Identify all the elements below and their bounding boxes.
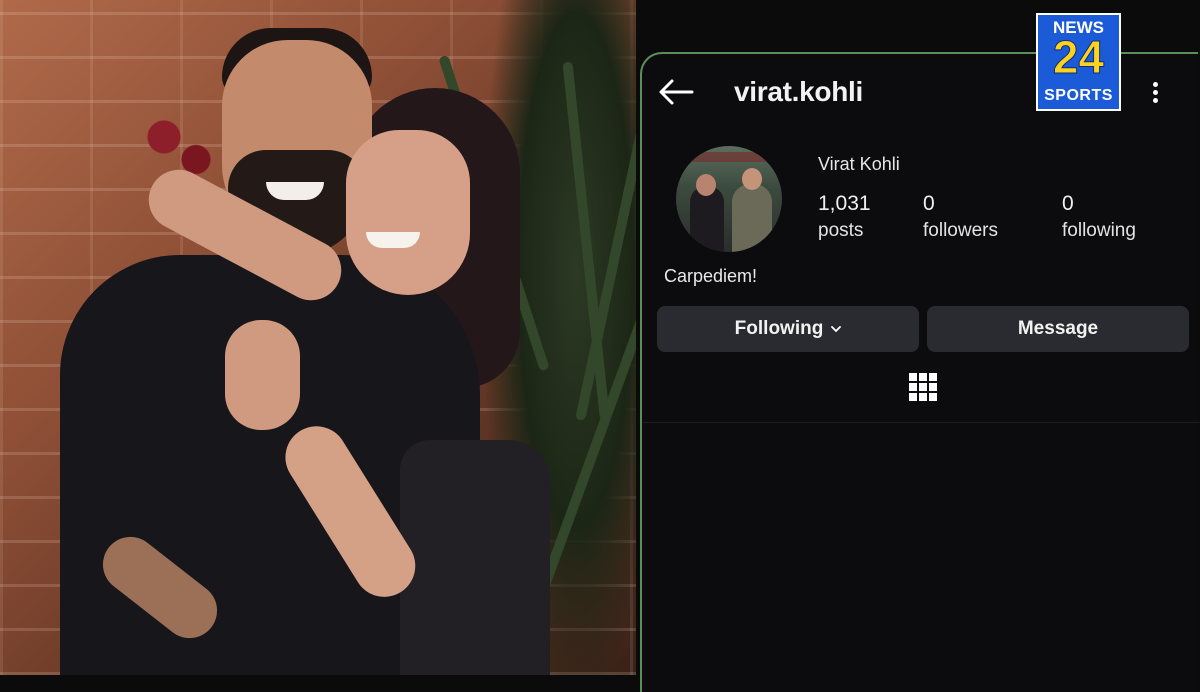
posts-grid-tab[interactable] xyxy=(908,372,938,402)
tab-divider xyxy=(642,422,1200,423)
message-button[interactable]: Message xyxy=(927,306,1189,352)
followers-value: 0 xyxy=(923,192,935,215)
following-button[interactable]: Following xyxy=(657,306,919,352)
grid-icon xyxy=(909,373,937,401)
chevron-down-icon xyxy=(831,326,842,333)
couple-photo xyxy=(0,0,636,675)
display-name: Virat Kohli xyxy=(818,154,900,174)
posts-count[interactable]: 1,031 posts xyxy=(818,192,871,242)
logo-number-text: 24 xyxy=(1052,31,1105,83)
man-smile xyxy=(266,182,324,200)
posts-value: 1,031 xyxy=(818,192,871,215)
woman-hands xyxy=(225,320,300,430)
message-button-label: Message xyxy=(1017,318,1099,339)
posts-label: posts xyxy=(818,220,864,241)
followers-label: followers xyxy=(923,220,998,241)
back-button[interactable] xyxy=(656,76,696,108)
news24-sports-logo: NEWS 24 SPORTS xyxy=(1036,13,1121,111)
logo-sports-text: SPORTS xyxy=(1044,87,1113,104)
profile-username: virat.kohli xyxy=(734,76,863,107)
followers-count[interactable]: 0 followers xyxy=(923,192,998,242)
woman-face xyxy=(346,130,470,295)
more-options-button[interactable] xyxy=(1144,76,1168,108)
following-label: following xyxy=(1062,220,1136,241)
woman-dress xyxy=(400,440,550,675)
arrow-left-icon xyxy=(659,79,694,105)
profile-screen: virat.kohli Virat Kohli 1,031 posts 0 fo… xyxy=(640,52,1200,692)
following-button-label: Following xyxy=(734,318,824,339)
following-value: 0 xyxy=(1062,192,1074,215)
profile-bio: Carpediem! xyxy=(664,266,758,286)
avatar[interactable] xyxy=(676,146,782,252)
woman-smile xyxy=(366,232,420,248)
following-count[interactable]: 0 following xyxy=(1062,192,1136,242)
